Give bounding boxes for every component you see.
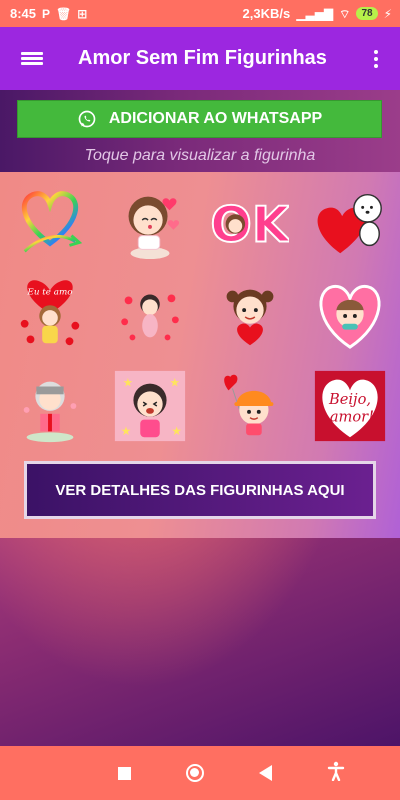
view-sticker-details-label: VER DETALHES DAS FIGURINHAS AQUI bbox=[55, 481, 345, 499]
amor-text: amor! bbox=[330, 409, 374, 426]
sticker-cell[interactable] bbox=[300, 268, 400, 360]
more-options-icon[interactable] bbox=[352, 27, 400, 90]
trash-notification-icon: 🗑 bbox=[56, 6, 72, 21]
network-speed: 2,3KB/s bbox=[242, 6, 291, 21]
app-bar: Amor Sem Fim Figurinhas bbox=[0, 27, 400, 90]
sticker-cell[interactable] bbox=[100, 268, 200, 360]
beijo-text: Beijo, bbox=[328, 391, 371, 408]
sticker-cell[interactable]: OK bbox=[200, 176, 300, 268]
add-to-whatsapp-label: ADICIONAR AO WHATSAPP bbox=[108, 110, 323, 127]
girl-holding-heart-sticker bbox=[226, 289, 274, 346]
sticker-cell[interactable] bbox=[300, 176, 400, 268]
girl-gift-sticker bbox=[23, 381, 77, 443]
svg-text:★: ★ bbox=[170, 377, 180, 390]
app-notification-icon: ⊞ bbox=[77, 6, 88, 21]
sticker-cell[interactable]: ★ ★ ★ ★ bbox=[100, 360, 200, 452]
view-sticker-details-button[interactable]: VER DETALHES DAS FIGURINHAS AQUI bbox=[24, 461, 376, 519]
sticker-cell[interactable] bbox=[100, 176, 200, 268]
girl-hat-balloon-sticker bbox=[224, 374, 274, 436]
wifi-icon: ⌔ bbox=[339, 6, 351, 21]
svg-text:★: ★ bbox=[171, 425, 181, 438]
system-nav-bar bbox=[0, 746, 400, 800]
svg-text:★: ★ bbox=[123, 377, 133, 390]
boy-in-heart-sticker bbox=[319, 284, 381, 349]
sticker-cell[interactable] bbox=[200, 360, 300, 452]
clock: 8:45 bbox=[10, 6, 37, 21]
ok-text: OK bbox=[211, 198, 289, 254]
p-notification-icon: P bbox=[42, 6, 51, 21]
add-to-whatsapp-button[interactable]: ADICIONAR AO WHATSAPP bbox=[17, 100, 382, 138]
sticker-cell[interactable]: Eu te amo bbox=[0, 268, 100, 360]
status-left: 8:45 P 🗑 ⊞ bbox=[10, 6, 87, 21]
sticker-cell[interactable] bbox=[200, 268, 300, 360]
signal-icon: ▁▃▅▇ bbox=[296, 6, 334, 21]
svg-text:★: ★ bbox=[121, 425, 131, 438]
charging-icon: ⚡ bbox=[383, 6, 392, 21]
eu-te-amo-girl-sticker: Eu te amo bbox=[20, 280, 80, 346]
status-bar: 8:45 P 🗑 ⊞ 2,3KB/s ▁▃▅▇ ⌔ 78 ⚡ bbox=[0, 0, 400, 27]
baby-hearts-sticker bbox=[121, 294, 179, 341]
ok-girl-sticker: OK bbox=[211, 197, 289, 255]
sticker-cell[interactable] bbox=[0, 360, 100, 452]
happy-girl-stars-sticker: ★ ★ ★ ★ bbox=[114, 370, 186, 442]
eu-te-amo-text: Eu te amo bbox=[26, 288, 72, 298]
back-icon[interactable] bbox=[258, 765, 272, 781]
sticker-cell[interactable]: Beijo, amor! bbox=[300, 360, 400, 452]
battery-icon: 78 bbox=[356, 7, 378, 20]
page-title: Amor Sem Fim Figurinhas bbox=[78, 47, 327, 69]
whatsapp-icon bbox=[78, 110, 96, 128]
home-icon[interactable] bbox=[185, 764, 204, 782]
girl-kissing-hearts-sticker bbox=[128, 196, 180, 260]
white-bear-heart-sticker bbox=[317, 193, 382, 254]
accessibility-icon[interactable] bbox=[327, 761, 345, 786]
status-right: 2,3KB/s ▁▃▅▇ ⌔ 78 ⚡ bbox=[243, 6, 392, 21]
sticker-cell[interactable] bbox=[0, 176, 100, 268]
tap-hint: Toque para visualizar a figurinha bbox=[84, 147, 316, 164]
menu-icon[interactable] bbox=[0, 27, 64, 90]
beijo-amor-card-sticker: Beijo, amor! bbox=[314, 370, 386, 442]
rainbow-heart-sticker bbox=[21, 191, 83, 253]
recent-apps-icon[interactable] bbox=[117, 766, 131, 780]
main-content: ADICIONAR AO WHATSAPP Toque para visuali… bbox=[0, 90, 400, 746]
